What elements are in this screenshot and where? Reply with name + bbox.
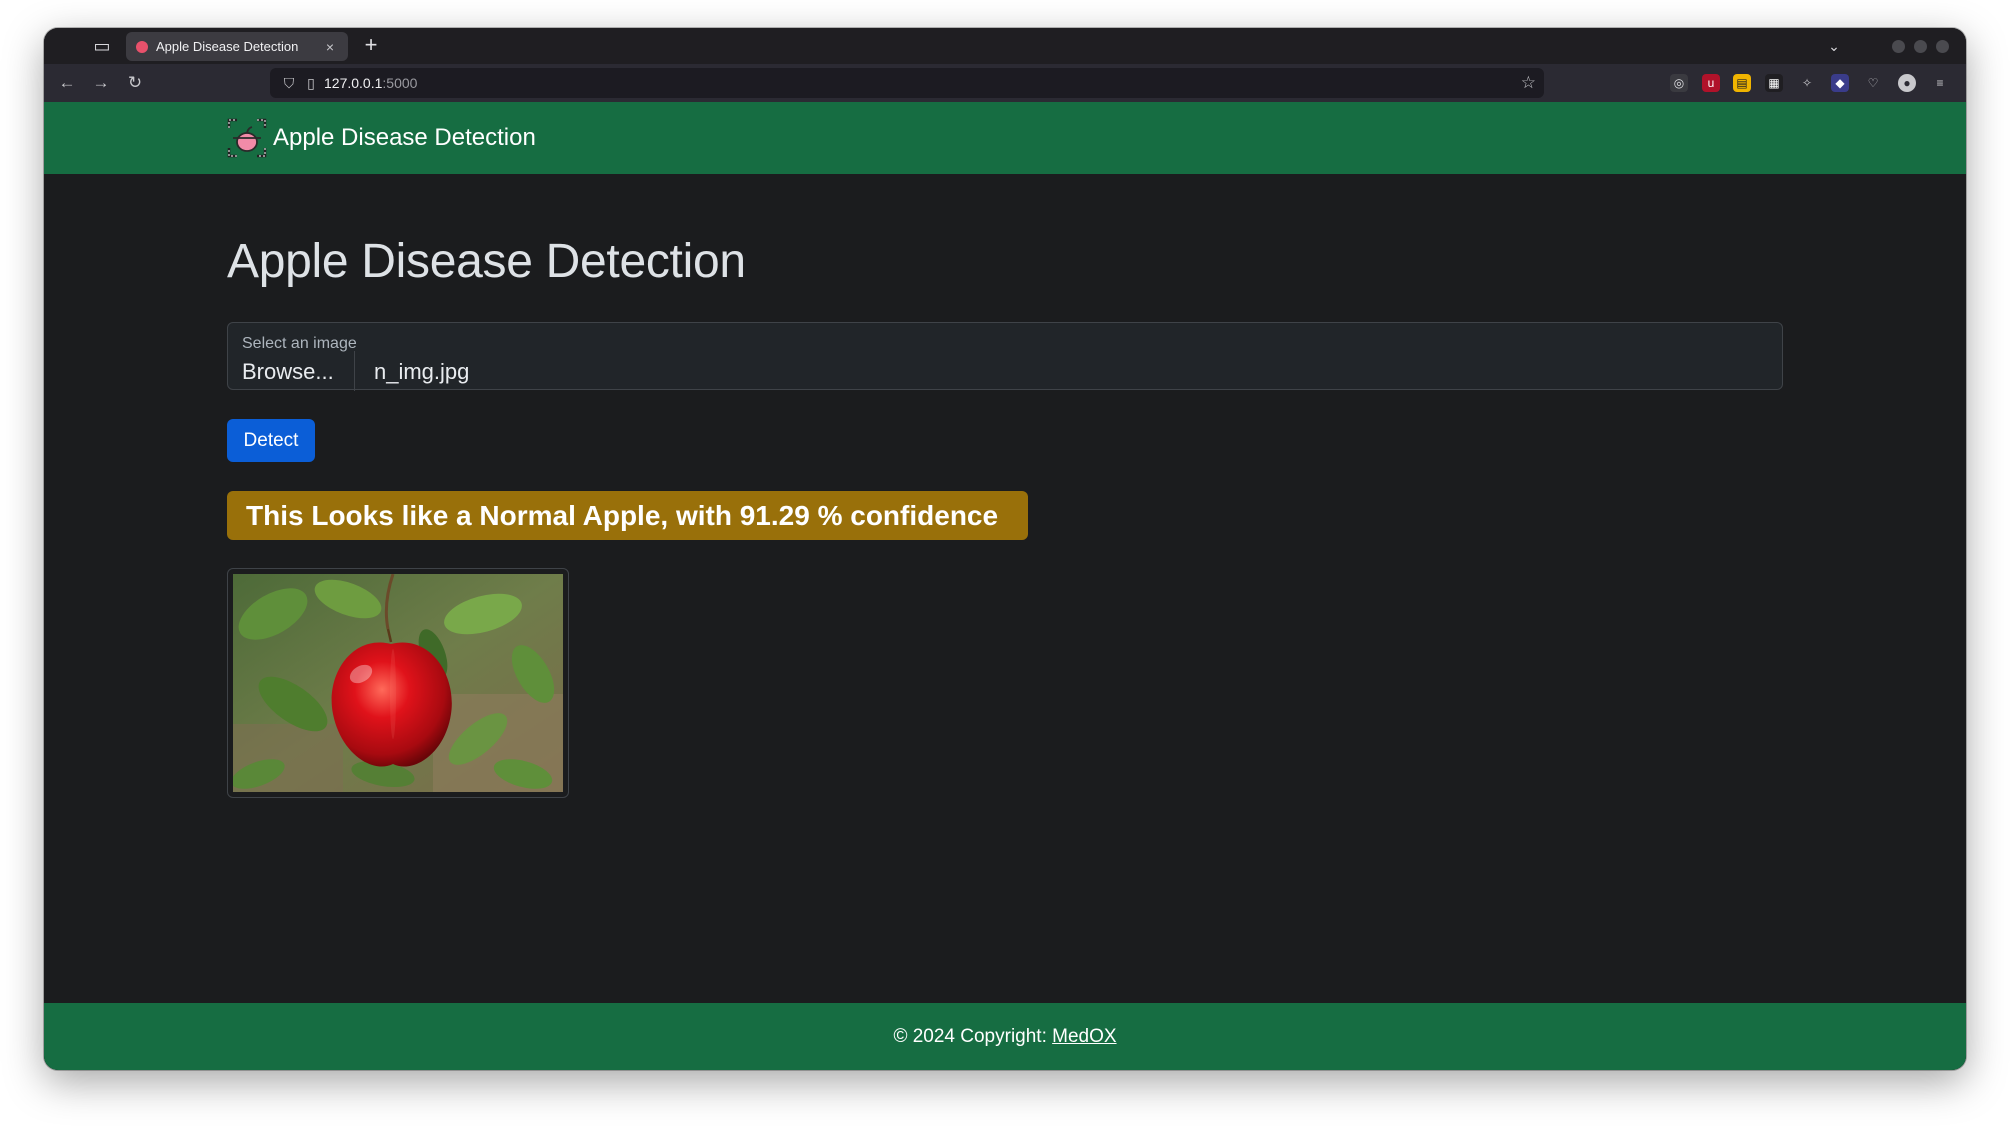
- brand-name: Apple Disease Detection: [273, 124, 536, 151]
- ublock-extension-icon[interactable]: u: [1702, 74, 1720, 92]
- site-footer: © 2024 Copyright: MedOX: [44, 1003, 1966, 1070]
- account-icon[interactable]: ●: [1898, 74, 1916, 92]
- tab-strip: ▭ Apple Disease Detection × + ⌄: [44, 28, 1966, 64]
- result-suffix: , with 91.29 % confidence: [660, 500, 999, 531]
- tab-overview-icon[interactable]: ▭: [90, 34, 114, 58]
- close-tab-icon[interactable]: ×: [322, 39, 338, 55]
- pocket-icon[interactable]: ♡: [1864, 74, 1882, 92]
- url-port: :5000: [382, 75, 418, 91]
- site-navbar: Apple Disease Detection: [44, 102, 1966, 174]
- apple-favicon-icon: [136, 40, 148, 53]
- shield-icon[interactable]: ⛉: [280, 75, 298, 92]
- menu-icon[interactable]: ≡: [1931, 74, 1949, 92]
- result-label: Normal Apple: [479, 500, 661, 531]
- yellow-extension-icon[interactable]: ▤: [1733, 74, 1751, 92]
- file-input-label: Select an image: [242, 335, 357, 352]
- minimize-window-icon[interactable]: [1892, 40, 1905, 53]
- result-alert: This Looks like a Normal Apple, with 91.…: [227, 491, 1028, 540]
- file-input-divider: [354, 351, 355, 391]
- address-bar[interactable]: ⛉ ▯ 127.0.0.1 :5000 ☆: [270, 68, 1544, 98]
- tab-title: Apple Disease Detection: [156, 39, 299, 54]
- footer-link-medox[interactable]: MedOX: [1052, 1026, 1116, 1047]
- page-icon: ▯: [307, 74, 315, 91]
- image-file-input[interactable]: Select an image Browse... n_img.jpg: [227, 322, 1783, 391]
- browse-button[interactable]: Browse...: [242, 359, 334, 385]
- result-prefix: This Looks like a: [246, 500, 480, 531]
- forward-arrow-icon[interactable]: →: [90, 72, 112, 94]
- reload-icon[interactable]: ↻: [124, 72, 146, 94]
- web-page: Apple Disease Detection Apple Disease De…: [44, 102, 1966, 1070]
- selected-filename: n_img.jpg: [374, 359, 470, 384]
- apple-scan-logo-icon: [227, 118, 267, 158]
- close-window-icon[interactable]: [1936, 40, 1949, 53]
- blue-extension-icon[interactable]: ◆: [1831, 74, 1849, 92]
- browser-toolbar: ← → ↻ ⛉ ▯ 127.0.0.1 :5000 ☆ ◎ u ▤ ▦ ✧ ◆ …: [44, 64, 1966, 102]
- bookmark-star-icon[interactable]: ☆: [1521, 73, 1536, 93]
- back-arrow-icon[interactable]: ←: [56, 72, 78, 94]
- glasses-extension-icon[interactable]: ◎: [1670, 74, 1688, 92]
- new-tab-button[interactable]: +: [358, 33, 384, 59]
- apple-photo: [231, 573, 563, 792]
- maximize-window-icon[interactable]: [1914, 40, 1927, 53]
- navbar-brand[interactable]: Apple Disease Detection: [227, 118, 536, 158]
- browser-window: ▭ Apple Disease Detection × + ⌄ ← → ↻ ⛉ …: [44, 28, 1966, 1070]
- chevron-down-icon[interactable]: ⌄: [1824, 36, 1844, 56]
- puzzle-extensions-icon[interactable]: ✧: [1798, 74, 1816, 92]
- copyright-text: © 2024 Copyright:: [893, 1026, 1053, 1047]
- grid-extension-icon[interactable]: ▦: [1765, 74, 1783, 92]
- detect-button[interactable]: Detect: [227, 419, 315, 462]
- uploaded-image-thumbnail: [227, 568, 569, 798]
- browser-tab[interactable]: Apple Disease Detection ×: [126, 32, 348, 61]
- url-host: 127.0.0.1: [324, 75, 383, 91]
- page-title: Apple Disease Detection: [227, 235, 746, 288]
